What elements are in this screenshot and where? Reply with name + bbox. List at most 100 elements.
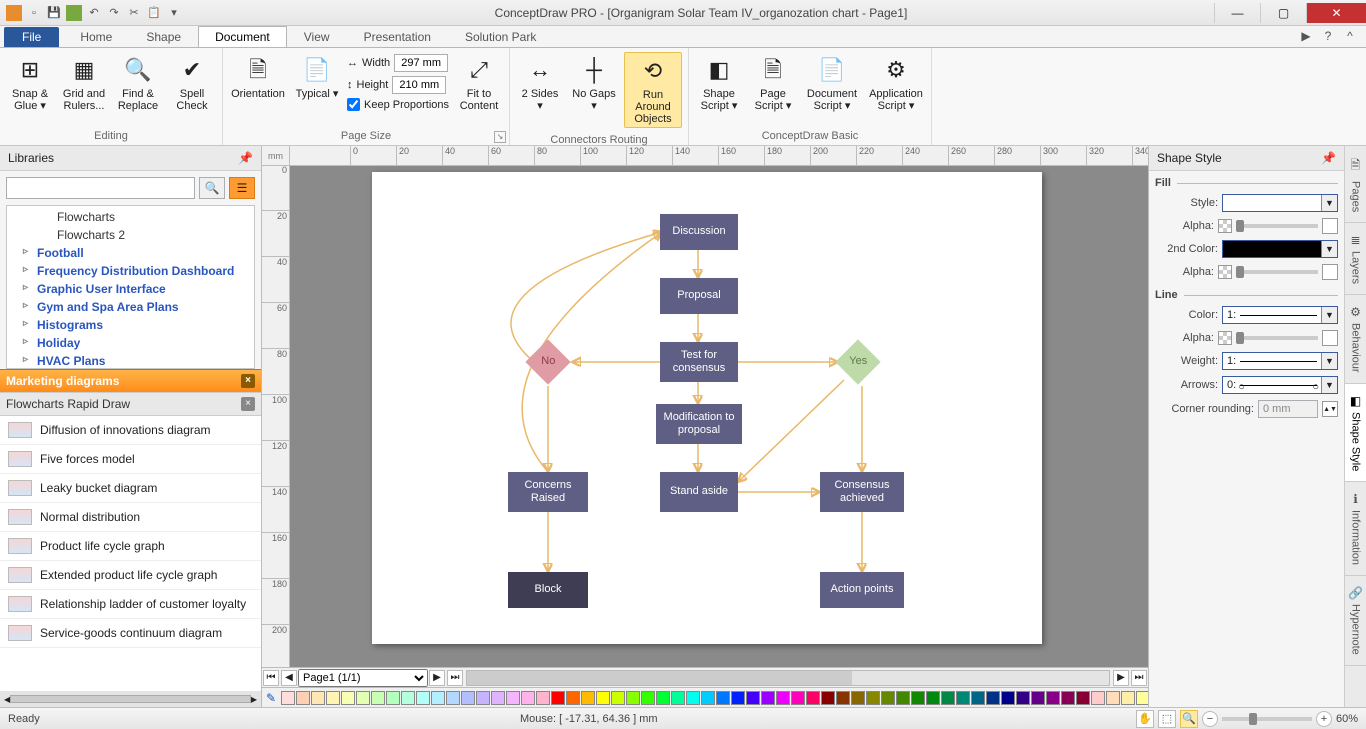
tree-item[interactable]: Histograms: [7, 316, 254, 334]
shape-script-button[interactable]: ◧Shape Script ▾: [695, 52, 743, 114]
horizontal-ruler[interactable]: 0204060801001201401601802002202402602803…: [290, 146, 1148, 166]
scroll-right-icon[interactable]: ▶: [1113, 670, 1129, 686]
palette-swatch[interactable]: [461, 691, 475, 705]
palette-swatch[interactable]: [671, 691, 685, 705]
close-section-icon[interactable]: ×: [241, 374, 255, 388]
palette-swatch[interactable]: [1061, 691, 1075, 705]
palette-swatch[interactable]: [986, 691, 1000, 705]
tree-item[interactable]: Football: [7, 244, 254, 262]
shape-list[interactable]: Diffusion of innovations diagram Five fo…: [0, 415, 261, 691]
tab-document[interactable]: Document: [198, 26, 287, 47]
palette-swatch[interactable]: [1001, 691, 1015, 705]
rounding-stepper[interactable]: ▲▼: [1322, 401, 1338, 417]
tab-view[interactable]: View: [287, 26, 347, 47]
line-alpha-slider[interactable]: [1236, 336, 1318, 340]
palette-swatch[interactable]: [746, 691, 760, 705]
node-test[interactable]: Test for consensus: [660, 342, 738, 382]
tree-item[interactable]: Flowcharts 2: [7, 226, 254, 244]
palette-swatch[interactable]: [971, 691, 985, 705]
palette-swatch[interactable]: [836, 691, 850, 705]
palette-swatch[interactable]: [866, 691, 880, 705]
shape-item[interactable]: Product life cycle graph: [0, 532, 261, 561]
palette-swatch[interactable]: [326, 691, 340, 705]
list-view-icon[interactable]: ☰: [229, 177, 255, 199]
palette-swatch[interactable]: [566, 691, 580, 705]
canvas[interactable]: Discussion Proposal Test for consensus M…: [290, 166, 1148, 667]
shape-item[interactable]: Service-goods continuum diagram: [0, 619, 261, 648]
tree-item[interactable]: Frequency Distribution Dashboard: [7, 262, 254, 280]
corner-rounding-input[interactable]: [1258, 400, 1318, 418]
side-tab-information[interactable]: ℹInformation: [1345, 482, 1366, 576]
qat-cut-icon[interactable]: ✂: [126, 5, 142, 21]
typical-button[interactable]: 📄Typical ▾: [293, 52, 341, 102]
tree-item[interactable]: Graphic User Interface: [7, 280, 254, 298]
palette-swatch[interactable]: [476, 691, 490, 705]
search-icon[interactable]: 🔍: [199, 177, 225, 199]
palette-swatch[interactable]: [1076, 691, 1090, 705]
alpha-value-button[interactable]: [1322, 264, 1338, 280]
page-width-input[interactable]: [394, 54, 448, 72]
qat-more-icon[interactable]: ▾: [166, 5, 182, 21]
zoom-in-button[interactable]: +: [1316, 711, 1332, 727]
side-tab-behaviour[interactable]: ⚙Behaviour: [1345, 295, 1366, 384]
h-scrollbar[interactable]: [466, 670, 1110, 686]
palette-swatch[interactable]: [926, 691, 940, 705]
palette-swatch[interactable]: [896, 691, 910, 705]
palette-swatch[interactable]: [581, 691, 595, 705]
side-tab-layers[interactable]: ≣Layers: [1345, 223, 1366, 295]
tree-item[interactable]: Flowcharts: [7, 208, 254, 226]
palette-swatch[interactable]: [431, 691, 445, 705]
present-icon[interactable]: ▶: [1298, 29, 1314, 45]
palette-swatch[interactable]: [416, 691, 430, 705]
fill-alpha2-slider[interactable]: [1236, 270, 1318, 274]
palette-swatch[interactable]: [521, 691, 535, 705]
shape-item[interactable]: Five forces model: [0, 445, 261, 474]
palette-swatch[interactable]: [716, 691, 730, 705]
pager-prev-icon[interactable]: ◀: [281, 670, 297, 686]
save-icon[interactable]: [46, 5, 62, 21]
collapse-ribbon-icon[interactable]: ^: [1342, 29, 1358, 45]
spell-check-button[interactable]: ✔Spell Check: [168, 52, 216, 114]
page-height-input[interactable]: [392, 76, 446, 94]
help-icon[interactable]: ?: [1320, 29, 1336, 45]
palette-swatch[interactable]: [1031, 691, 1045, 705]
palette-swatch[interactable]: [686, 691, 700, 705]
grid-rulers-button[interactable]: ▦Grid and Rulers...: [60, 52, 108, 114]
qat-icon[interactable]: [66, 5, 82, 21]
side-tab-shape-style[interactable]: ◧Shape Style: [1345, 384, 1366, 482]
pin-icon[interactable]: 📌: [238, 151, 253, 165]
tab-presentation[interactable]: Presentation: [347, 26, 448, 47]
palette-swatch[interactable]: [551, 691, 565, 705]
palette-swatch[interactable]: [806, 691, 820, 705]
line-weight-dropdown[interactable]: 1:▼: [1222, 352, 1338, 370]
palette-swatch[interactable]: [1136, 691, 1148, 705]
palette-swatch[interactable]: [761, 691, 775, 705]
minimize-button[interactable]: —: [1214, 3, 1260, 23]
palette-swatch[interactable]: [296, 691, 310, 705]
palette-swatch[interactable]: [731, 691, 745, 705]
new-icon[interactable]: ▫: [26, 5, 42, 21]
snap-glue-button[interactable]: ⊞Snap & Glue ▾: [6, 52, 54, 114]
shape-item[interactable]: Diffusion of innovations diagram: [0, 416, 261, 445]
palette-swatch[interactable]: [536, 691, 550, 705]
side-tab-pages[interactable]: 🗎Pages: [1345, 146, 1366, 223]
palette-swatch[interactable]: [491, 691, 505, 705]
node-discussion[interactable]: Discussion: [660, 214, 738, 250]
palette-swatch[interactable]: [641, 691, 655, 705]
zoom-out-button[interactable]: −: [1202, 711, 1218, 727]
tab-shape[interactable]: Shape: [129, 26, 198, 47]
find-replace-button[interactable]: 🔍Find & Replace: [114, 52, 162, 114]
palette-swatch[interactable]: [506, 691, 520, 705]
palette-swatch[interactable]: [881, 691, 895, 705]
shape-item[interactable]: Leaky bucket diagram: [0, 474, 261, 503]
node-concerns[interactable]: Concerns Raised: [508, 472, 588, 512]
pin-icon[interactable]: 📌: [1321, 151, 1336, 165]
pager-first-icon[interactable]: ⏮: [263, 670, 279, 686]
line-color-dropdown[interactable]: 1:▼: [1222, 306, 1338, 324]
palette-swatch[interactable]: [311, 691, 325, 705]
palette-swatch[interactable]: [1046, 691, 1060, 705]
palette-swatch[interactable]: [1106, 691, 1120, 705]
pager-next-icon[interactable]: ▶: [429, 670, 445, 686]
palette-swatch[interactable]: [446, 691, 460, 705]
fill-style-dropdown[interactable]: ▼: [1222, 194, 1338, 212]
